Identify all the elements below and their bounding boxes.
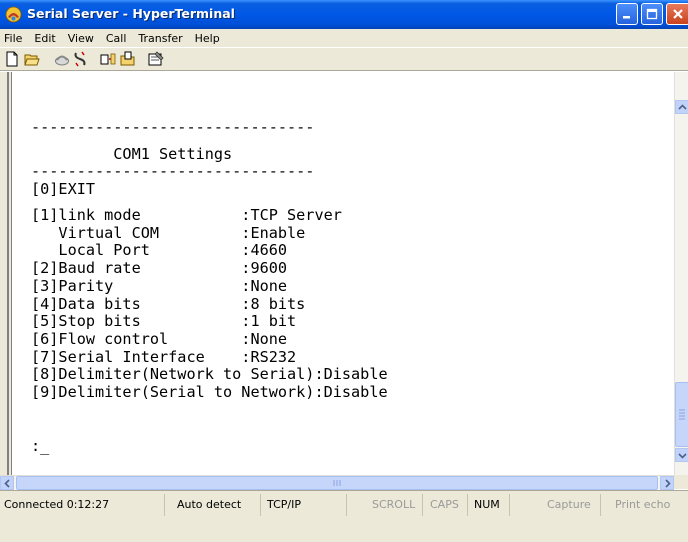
maximize-icon [646,8,658,20]
status-detect: Auto detect [175,494,261,516]
chevron-left-icon [3,478,10,488]
scroll-right-button[interactable] [660,476,674,490]
close-icon [673,9,683,19]
horizontal-scroll-thumb[interactable] [16,476,658,490]
left-frame [0,72,12,475]
terminal-line: [9]Delimiter(Serial to Network):Disable [31,383,388,401]
menu-edit[interactable]: Edit [34,32,55,45]
status-protocol: TCP/IP [265,494,347,516]
scroll-down-button[interactable] [675,448,688,462]
status-bar: Connected 0:12:27 Auto detect TCP/IP SCR… [0,490,688,542]
terminal-line: [5]Stop bits :1 bit [31,312,297,330]
status-num: NUM [472,494,510,516]
scroll-left-button[interactable] [0,476,14,490]
grip-icon [333,480,341,486]
menu-file[interactable]: File [4,32,22,45]
properties-icon[interactable] [148,51,164,67]
terminal-line: Virtual COM :Enable [31,224,306,242]
connect-icon[interactable] [54,51,70,67]
status-scroll: SCROLL [370,494,423,516]
maximize-button[interactable] [641,3,663,25]
terminal-line: [6]Flow control :None [31,330,288,348]
terminal-line: [2]Baud rate :9600 [31,259,288,277]
status-connected: Connected 0:12:27 [2,494,165,516]
terminal-screen[interactable]: ------------------------------- COM1 Set… [12,72,673,475]
chevron-down-icon [677,452,687,459]
disconnect-icon[interactable] [72,51,88,67]
scrollbar-corner [674,475,688,489]
send-icon[interactable] [100,51,116,67]
terminal-line: [4]Data bits :8 bits [31,295,306,313]
horizontal-scrollbar[interactable] [0,475,674,490]
terminal-line: [7]Serial Interface :RS232 [31,348,297,366]
chevron-up-icon [677,103,687,110]
status-caps: CAPS [428,494,468,516]
status-print-echo: Print echo [615,498,671,511]
menu-call[interactable]: Call [106,32,127,45]
hyperterminal-phone-icon [5,6,22,23]
close-button[interactable] [666,3,688,25]
status-capture: Capture [545,494,601,516]
receive-icon[interactable] [120,51,136,67]
grip-icon [679,409,685,420]
minimize-icon [623,16,630,19]
new-icon[interactable] [4,51,20,67]
terminal-line: ------------------------------- [31,162,315,180]
terminal-prompt: :_ [31,437,50,455]
terminal-line: [3]Parity :None [31,277,288,295]
terminal-line: ------------------------------- [31,118,315,136]
terminal-line: Local Port :4660 [31,241,288,259]
menu-transfer[interactable]: Transfer [138,32,182,45]
minimize-button[interactable] [616,3,638,25]
window-title: Serial Server - HyperTerminal [27,6,235,21]
terminal-line: COM1 Settings [31,145,233,163]
terminal-line: [0]EXIT [31,180,96,198]
vertical-scrollbar[interactable] [674,72,688,475]
title-bar[interactable]: Serial Server - HyperTerminal [0,0,688,29]
terminal-line: [1]link mode :TCP Server [31,206,342,224]
scroll-up-button[interactable] [675,100,688,114]
toolbar [0,47,688,71]
menu-view[interactable]: View [68,32,94,45]
open-icon[interactable] [24,51,40,67]
menu-help[interactable]: Help [195,32,220,45]
terminal-line: [8]Delimiter(Network to Serial):Disable [31,365,388,383]
chevron-right-icon [664,478,671,488]
menu-bar: File Edit View Call Transfer Help [0,29,688,47]
frame-divider [7,72,9,475]
vertical-scroll-thumb[interactable] [675,382,688,447]
